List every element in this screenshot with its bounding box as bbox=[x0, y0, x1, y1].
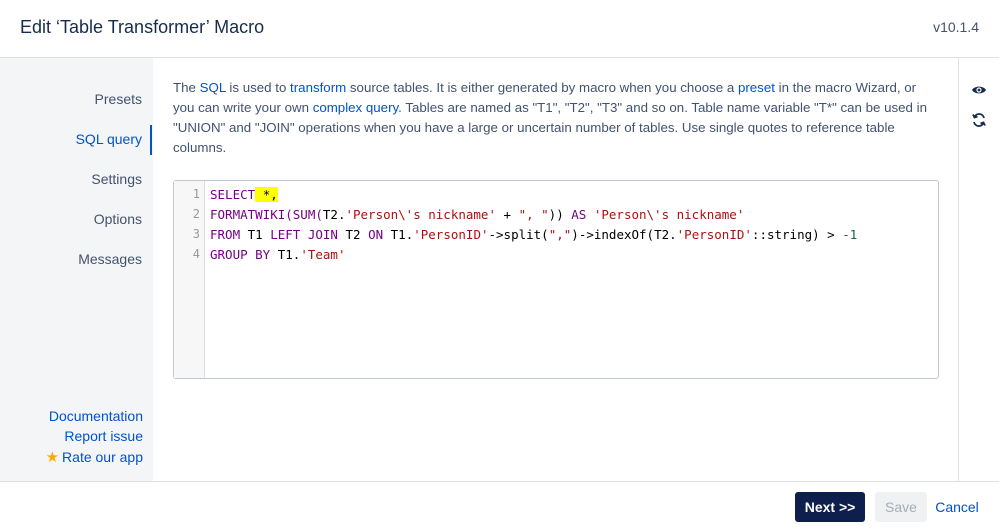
code-token: ", " bbox=[518, 207, 549, 222]
desc-text-2: is used to bbox=[225, 80, 291, 95]
code-token-highlight: *, bbox=[262, 187, 278, 202]
transform-link[interactable]: transform bbox=[290, 80, 346, 95]
star-icon: ★ bbox=[45, 449, 60, 466]
code-token: ::string) > bbox=[751, 227, 843, 242]
complex-query-link[interactable]: complex query bbox=[313, 100, 398, 115]
sidebar-item-messages[interactable]: Messages bbox=[78, 251, 142, 267]
code-token: 'Person\'s nickname' bbox=[345, 207, 496, 222]
eye-icon[interactable] bbox=[971, 82, 987, 98]
line-number: 1 bbox=[192, 187, 200, 201]
report-issue-link[interactable]: Report issue bbox=[64, 428, 143, 444]
code-token: )->indexOf(T2. bbox=[571, 227, 677, 242]
next-button[interactable]: Next >> bbox=[795, 492, 865, 522]
code-token: )) bbox=[548, 207, 572, 222]
code-line-3: FROM T1 LEFT JOIN T2 ON T1.'PersonID'->s… bbox=[210, 227, 857, 242]
code-token: LEFT JOIN bbox=[270, 227, 338, 242]
sidebar-item-options[interactable]: Options bbox=[94, 211, 142, 227]
sidebar-item-settings[interactable]: Settings bbox=[91, 171, 142, 187]
rate-app-link[interactable]: ★ Rate our app bbox=[46, 448, 143, 466]
code-token: + bbox=[495, 207, 519, 222]
line-number-gutter: 1 2 3 4 bbox=[174, 181, 205, 378]
rate-app-label: Rate our app bbox=[62, 449, 143, 465]
sql-description: The SQL is used to transform source tabl… bbox=[173, 78, 933, 158]
code-token: ON bbox=[368, 227, 384, 242]
line-number: 4 bbox=[192, 247, 200, 261]
code-line-2: FORMATWIKI(SUM(T2.'Person\'s nickname' +… bbox=[210, 207, 744, 222]
code-token: 'PersonID' bbox=[413, 227, 489, 242]
code-token: FORMATWIKI(SUM( bbox=[210, 207, 323, 222]
code-token bbox=[255, 187, 263, 202]
code-token: T1. bbox=[383, 227, 414, 242]
cancel-button[interactable]: Cancel bbox=[932, 492, 982, 522]
sql-code-editor[interactable]: 1 2 3 4 SELECT *, FORMATWIKI(SUM(T2.'Per… bbox=[173, 180, 939, 379]
line-number: 2 bbox=[192, 207, 200, 221]
code-token: -1 bbox=[842, 227, 858, 242]
sidebar: Presets SQL query Settings Options Messa… bbox=[0, 58, 152, 481]
code-token: ->split( bbox=[488, 227, 549, 242]
code-token: 'Person\'s nickname' bbox=[593, 207, 745, 222]
main-panel: The SQL is used to transform source tabl… bbox=[153, 58, 958, 481]
dialog-header: Edit ‘Table Transformer’ Macro v10.1.4 bbox=[0, 0, 999, 58]
save-button[interactable]: Save bbox=[875, 492, 927, 522]
line-number: 3 bbox=[192, 227, 200, 241]
code-line-4: GROUP BY T1.'Team' bbox=[210, 247, 345, 262]
code-token: T2. bbox=[322, 207, 346, 222]
documentation-link[interactable]: Documentation bbox=[49, 408, 143, 424]
code-token: T1 bbox=[240, 227, 271, 242]
code-token: 'PersonID' bbox=[676, 227, 752, 242]
sidebar-item-presets[interactable]: Presets bbox=[95, 91, 142, 107]
code-token: T2 bbox=[337, 227, 369, 242]
code-token: 'Team' bbox=[300, 247, 346, 262]
dialog-title: Edit ‘Table Transformer’ Macro bbox=[20, 17, 265, 37]
desc-text-3: source tables. It is either generated by… bbox=[346, 80, 738, 95]
code-token: T1. bbox=[270, 247, 301, 262]
active-tab-indicator bbox=[150, 125, 152, 155]
version-label: v10.1.4 bbox=[933, 19, 979, 35]
code-token: AS bbox=[571, 207, 587, 222]
dialog-footer: Next >> Save Cancel bbox=[0, 481, 999, 531]
right-tool-rail bbox=[958, 58, 999, 481]
code-token: FROM bbox=[210, 227, 241, 242]
dialog-body: Presets SQL query Settings Options Messa… bbox=[0, 58, 999, 481]
sidebar-item-sql-query[interactable]: SQL query bbox=[76, 131, 142, 147]
desc-text-1: The bbox=[173, 80, 200, 95]
code-token: "," bbox=[548, 227, 572, 242]
preset-link[interactable]: preset bbox=[738, 80, 775, 95]
code-token: SELECT bbox=[210, 187, 256, 202]
refresh-icon[interactable] bbox=[971, 112, 987, 128]
code-token: GROUP BY bbox=[210, 247, 271, 262]
sql-link[interactable]: SQL bbox=[200, 80, 226, 95]
code-line-1: SELECT *, bbox=[210, 187, 278, 202]
